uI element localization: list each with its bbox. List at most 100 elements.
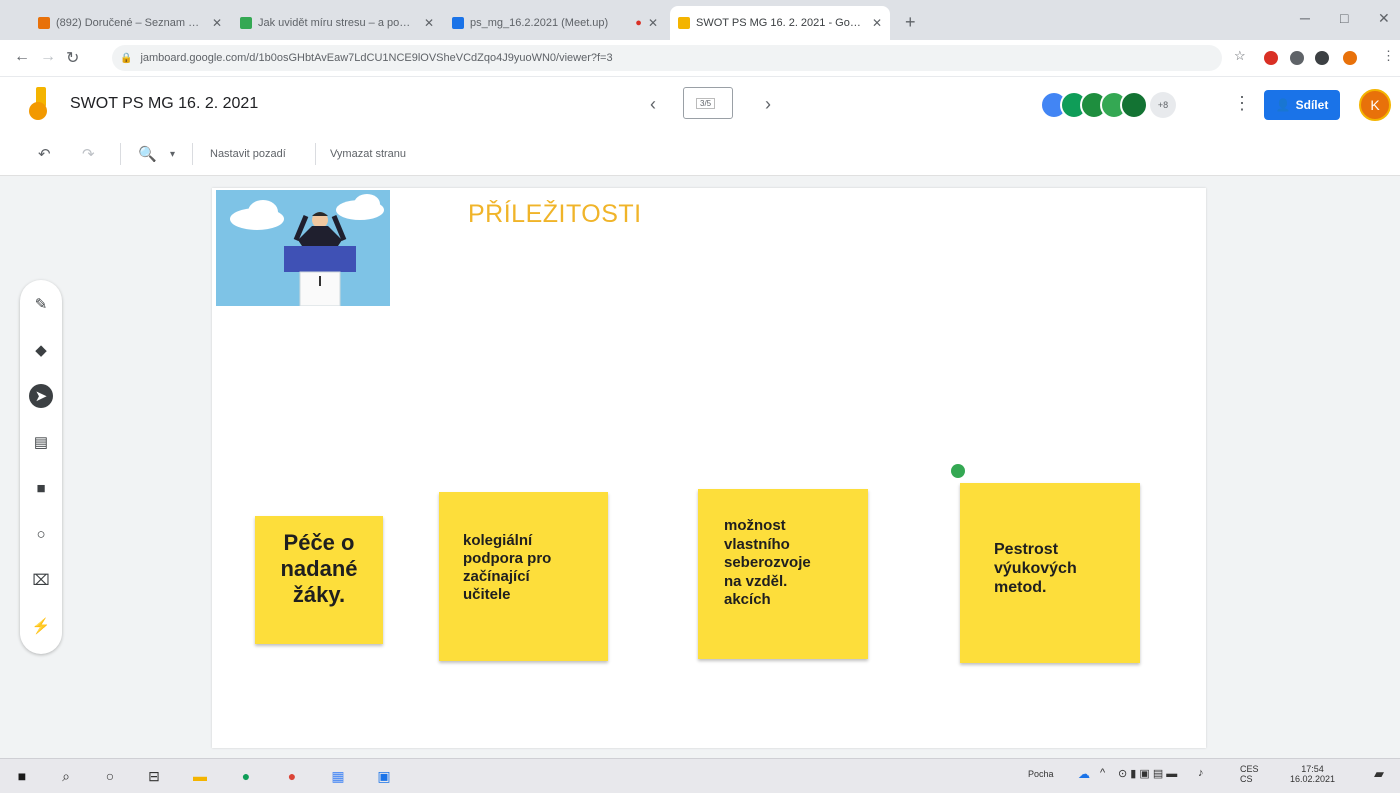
jamboard-logo-icon [29, 87, 47, 120]
sticky-note-tool-icon[interactable]: ▤ [29, 430, 53, 454]
sticky-note-line: na vzděl. [724, 572, 788, 590]
edge-browser-icon[interactable]: ● [236, 766, 256, 786]
language-code-secondary: CS [1240, 774, 1253, 784]
zoom-icon[interactable]: 🔍 [138, 145, 157, 163]
tool-palette: ✎ ◆ ➤ ▤ ■ ○ ⌧ ⚡ [20, 280, 62, 654]
extension-icon[interactable] [1264, 51, 1278, 65]
previous-frame-button[interactable]: ‹ [650, 94, 656, 115]
next-frame-button[interactable]: › [765, 94, 771, 115]
extension-icon[interactable] [1290, 51, 1304, 65]
notifications-icon[interactable]: ▰ [1374, 766, 1384, 782]
calculator-icon[interactable]: ▦ [328, 766, 348, 786]
minimize-icon[interactable]: ─ [1300, 10, 1310, 26]
sticky-note-line: akcích [724, 591, 771, 608]
frame-bar-button[interactable]: 3/5 [683, 87, 733, 119]
toolbar-divider [315, 143, 316, 165]
address-bar-row: ← → ↻ 🔒 jamboard.google.com/d/1b0osGHbtA… [0, 40, 1400, 77]
avatar[interactable] [1120, 91, 1148, 119]
person-icon: 👤 [1275, 98, 1291, 112]
tray-app-icons[interactable]: ⊙ ▮ ▣ ▤ ▬ [1118, 767, 1177, 780]
clock-time: 17:54 [1301, 764, 1324, 774]
clock-date: 16.02.2021 [1290, 774, 1336, 784]
add-image-tool-icon[interactable]: ■ [29, 476, 53, 500]
sticky-note-line: možnost [724, 517, 786, 534]
extensions-puzzle-icon[interactable] [1315, 51, 1329, 65]
document-title[interactable]: SWOT PS MG 16. 2. 2021 [70, 95, 258, 113]
new-tab-button[interactable]: + [905, 12, 916, 33]
back-icon[interactable]: ← [14, 48, 30, 66]
undo-icon[interactable]: ↶ [38, 145, 51, 163]
close-tab-icon[interactable]: ✕ [212, 16, 222, 30]
language-indicator[interactable]: CES CS [1240, 764, 1259, 784]
onedrive-icon[interactable]: ☁ [1078, 767, 1090, 781]
reload-icon[interactable]: ↻ [66, 48, 79, 68]
profile-icon[interactable] [1343, 51, 1357, 65]
sticky-note[interactable]: Pestrost výukových metod. [960, 483, 1140, 663]
user-avatar[interactable]: K [1359, 89, 1391, 121]
search-icon[interactable]: ⌕ [56, 766, 76, 786]
sticky-note[interactable]: možnost vlastního seberozvoje na vzděl. … [698, 489, 868, 659]
outlook-icon[interactable]: ▣ [374, 766, 394, 786]
laser-tool-icon[interactable]: ⚡ [29, 614, 53, 638]
collaborator-cursor-icon [951, 464, 965, 478]
tab-label: ps_mg_16.2.2021 (Meet.up) [470, 17, 609, 29]
sticky-note-line: podpora pro [463, 550, 552, 567]
browser-tab[interactable]: Jak uvidět míru stresu – a pomoci ✕ [232, 6, 442, 40]
cortana-icon[interactable]: ○ [100, 766, 120, 786]
chrome-browser-icon[interactable]: ● [282, 766, 302, 786]
sticky-note-line: metod. [994, 579, 1047, 596]
browser-tab[interactable]: (892) Doručené – Seznam Email ✕ [30, 6, 230, 40]
bookmark-star-icon[interactable]: ☆ [1234, 48, 1246, 64]
text-box-tool-icon[interactable]: ⌧ [29, 568, 53, 592]
close-tab-icon[interactable]: ✕ [872, 16, 882, 30]
windows-taskbar: ■ ⌕ ○ ⊟ ▬ ● ● ▦ ▣ Pocha ☁ ^ ⊙ ▮ ▣ ▤ ▬ ♪ … [0, 758, 1400, 793]
omnibox[interactable]: 🔒 jamboard.google.com/d/1b0osGHbtAvEaw7L… [112, 45, 1222, 71]
sticky-note[interactable]: Péče o nadané žáky. [255, 516, 383, 644]
circle-tool-icon[interactable]: ○ [29, 522, 53, 546]
eraser-tool-icon[interactable]: ◆ [29, 338, 53, 362]
share-button[interactable]: 👤 Sdílet [1264, 90, 1340, 120]
browser-tab-active[interactable]: SWOT PS MG 16. 2. 2021 - Goo… ✕ [670, 6, 890, 40]
tab-favicon-icon [240, 17, 252, 29]
sticky-note-line: vlastního [724, 535, 790, 553]
more-options-icon[interactable]: ⋮ [1233, 93, 1251, 114]
browser-tab[interactable]: ps_mg_16.2.2021 (Meet.up) ● ✕ [444, 6, 666, 40]
speaker-illustration[interactable] [216, 190, 390, 306]
weather-text[interactable]: Pocha [1028, 769, 1054, 779]
set-background-button[interactable]: Nastavit pozadí [210, 148, 286, 160]
forward-icon[interactable]: → [40, 48, 56, 66]
toolbar-divider [192, 143, 193, 165]
frame-heading[interactable]: PŘÍLEŽITOSTI [468, 200, 642, 229]
sticky-note-line: Péče o [283, 530, 355, 555]
sticky-note-line: začínající [463, 568, 530, 585]
pen-tool-icon[interactable]: ✎ [29, 292, 53, 316]
sticky-note[interactable]: kolegiální podpora pro začínající učitel… [439, 492, 608, 661]
share-label: Sdílet [1295, 98, 1329, 112]
sticky-note-line: Pestrost [994, 541, 1059, 558]
close-tab-icon[interactable]: ✕ [424, 16, 434, 30]
zoom-dropdown-icon[interactable]: ▾ [170, 149, 175, 160]
sticky-note-line: seberozvoje [724, 554, 811, 571]
tab-favicon-icon [678, 17, 690, 29]
toolbar: ↶ ↷ 🔍 ▾ Nastavit pozadí Vymazat stranu [0, 133, 1400, 176]
close-tab-icon[interactable]: ✕ [648, 16, 658, 30]
tray-chevron-icon[interactable]: ^ [1100, 767, 1105, 779]
tab-label: SWOT PS MG 16. 2. 2021 - Goo… [696, 17, 866, 29]
redo-icon[interactable]: ↷ [82, 145, 95, 163]
clock[interactable]: 17:54 16.02.2021 [1290, 764, 1335, 784]
more-collaborators-badge[interactable]: +8 [1150, 92, 1176, 118]
recording-dot-icon: ● [635, 17, 642, 29]
sticky-note-line: výukových [994, 560, 1077, 577]
toolbar-divider [120, 143, 121, 165]
language-code: CES [1240, 764, 1259, 774]
file-explorer-icon[interactable]: ▬ [190, 766, 210, 786]
task-view-icon[interactable]: ⊟ [144, 766, 164, 786]
browser-menu-icon[interactable]: ⋮ [1382, 48, 1395, 64]
select-tool-icon[interactable]: ➤ [29, 384, 53, 408]
volume-icon[interactable]: ♪ [1198, 767, 1204, 779]
close-window-icon[interactable]: ✕ [1378, 10, 1390, 27]
clear-frame-button[interactable]: Vymazat stranu [330, 148, 406, 160]
maximize-icon[interactable]: □ [1340, 10, 1348, 26]
windows-start-icon[interactable]: ■ [12, 766, 32, 786]
tab-label: Jak uvidět míru stresu – a pomoci [258, 17, 418, 29]
